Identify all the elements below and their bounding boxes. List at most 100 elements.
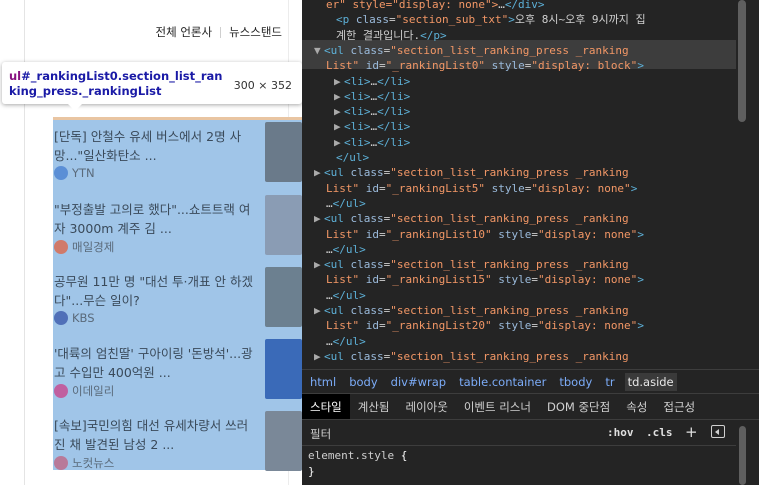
dom-node-line[interactable]: ▶ <li>…</li> [334,89,410,104]
code-token: = [379,59,386,73]
dom-node-line[interactable]: ▶ <ul class="section_list_ranking_press _… [314,257,629,272]
news-thumbnail[interactable] [265,411,302,471]
expand-triangle-open-icon[interactable]: ▼ [314,43,324,58]
expand-triangle-closed-icon[interactable]: ▶ [314,303,324,318]
code-token: List" [326,319,360,333]
hover-state-button[interactable]: :hov [607,426,634,439]
news-thumbnail[interactable] [265,267,302,327]
dom-node-line[interactable]: …</ul> [326,288,366,303]
styles-filter-input[interactable] [310,426,510,441]
breadcrumb-item[interactable]: table.container [459,375,546,389]
code-token: "display: none" [537,227,638,241]
expand-triangle-closed-icon[interactable]: ▶ [314,211,324,226]
dom-node-line[interactable]: List" id="_rankingList15" style="display… [326,272,644,287]
expand-triangle-closed-icon[interactable]: ▶ [334,89,344,104]
code-token: <li> [344,89,371,103]
news-press: KBS [54,311,95,325]
dom-node-line[interactable]: 계한 결과입니다.</p> [336,28,447,43]
news-item[interactable]: [단독] 안철수 유세 버스에서 2명 사망..."일산화탄소 ... YTN [53,120,302,192]
dom-node-line[interactable]: List" id="_rankingList20" style="display… [326,318,644,333]
style-rule-selector[interactable]: element.style { [308,449,407,462]
dom-node-line[interactable]: ▶ <li>…</li> [334,135,410,150]
news-item[interactable]: '대륙의 엄친딸' 구아이링 '돈방석'...광고 수입만 400억원 ... 이… [53,337,302,409]
styles-scrollbar[interactable] [739,426,746,485]
dom-node-line[interactable]: ▶ <li>…</li> [334,104,410,119]
news-headline[interactable]: "부정출발 고의로 했다"...쇼트트랙 여자 3000m 계주 김 ... [54,200,258,238]
dom-node-line-selected[interactable]: ▼ <ul class="section_list_ranking_press _… [314,43,629,58]
press-logo-icon [54,240,68,254]
dom-node-line[interactable]: ▶ <ul class="section_list_ranking_press _… [314,165,629,180]
news-item[interactable]: "부정출발 고의로 했다"...쇼트트랙 여자 3000m 계주 김 ... 매일… [53,193,302,265]
tooltip-selector-text: #_rankingList0.section_list_ranking_pres… [9,69,223,98]
news-headline[interactable]: [속보]국민의힘 대선 유세차량서 쓰러진 채 발견된 남성 2 ... [54,416,258,454]
expand-triangle-closed-icon[interactable]: ▶ [334,74,344,89]
news-item[interactable]: [속보]국민의힘 대선 유세차량서 쓰러진 채 발견된 남성 2 ... 노컷뉴스 [53,409,302,481]
news-thumbnail[interactable] [265,339,302,399]
dom-node-line[interactable]: er" style="display: none">…</div> [326,0,545,12]
elements-scrollbar[interactable] [738,0,746,122]
code-token: er" style="display: none"> [326,0,499,11]
news-headline[interactable]: 공무원 11만 명 "대선 투·개표 안 하겠다"...무슨 일이? [54,272,258,310]
tab-1[interactable]: 계산됨 [350,394,398,419]
breadcrumb-item[interactable]: div#wrap [391,375,446,389]
code-token: … [498,0,505,11]
news-item[interactable]: 공무원 11만 명 "대선 투·개표 안 하겠다"...무슨 일이? KBS [53,265,302,337]
dom-node-line[interactable]: ▶ <ul class="section_list_ranking_press _… [314,211,629,226]
dom-node-line[interactable]: List" id="_rankingList5" style="display:… [326,181,637,196]
dom-node-line[interactable]: …</ul> [326,196,366,211]
tooltip-dimensions: 300 × 352 [233,79,292,92]
tab-all-press[interactable]: 전체 언론사 [156,24,213,40]
code-token: </ul> [332,334,366,348]
expand-triangle-closed-icon[interactable]: ▶ [334,119,344,134]
breadcrumb-item[interactable]: td.aside [624,372,677,391]
news-headline[interactable]: [단독] 안철수 유세 버스에서 2명 사망..."일산화탄소 ... [54,127,258,165]
expand-triangle-closed-icon[interactable]: ▶ [334,104,344,119]
tab-3[interactable]: 이벤트 리스너 [456,394,539,419]
news-thumbnail[interactable] [265,122,302,182]
class-toggle-button[interactable]: .cls [646,426,673,439]
code-token: "display: none" [537,319,638,333]
breadcrumb-item[interactable]: tbody [559,375,592,389]
dom-node-line[interactable]: …</ul> [326,242,366,257]
code-token: = [379,227,386,241]
expand-triangle-closed-icon[interactable]: ▶ [314,349,324,364]
expand-triangle-closed-icon[interactable]: ▶ [314,165,324,180]
dom-node-line[interactable]: </ul> [336,150,369,165]
news-headline[interactable]: '대륙의 엄친딸' 구아이링 '돈방석'...광고 수입만 400억원 ... [54,344,258,382]
dom-breadcrumb: html body div#wrap table.container tbody tr td… [302,369,759,393]
dom-node-line[interactable]: ▶ <li>…</li> [334,119,410,134]
dom-node-line[interactable]: List" id="_rankingList10" style="display… [326,227,644,242]
tab-4[interactable]: DOM 중단점 [539,394,618,419]
tab-5[interactable]: 속성 [618,394,655,419]
tab-0[interactable]: 스타일 [302,394,350,419]
news-thumbnail[interactable] [265,195,302,255]
dom-node-line-selected[interactable]: List" id="_rankingList0" style="display:… [326,58,644,73]
code-token: style [498,319,532,333]
code-token: <p [336,13,356,27]
breadcrumb-item[interactable]: tr [605,375,614,389]
expand-triangle-closed-icon[interactable]: ▶ [314,257,324,272]
dom-node-line[interactable]: ▶ <ul class="section_list_ranking_press _… [314,349,629,364]
tab-newsstand[interactable]: 뉴스스탠드 [229,24,282,40]
code-token: </div> [504,0,545,11]
elements-tree[interactable]: er" style="display: none">…</div> <p clas… [302,0,759,369]
code-token: "_rankingList10" [385,227,492,241]
breadcrumb-item[interactable]: body [349,375,377,389]
dom-node-line[interactable]: ▶ <li>…</li> [334,74,410,89]
new-rule-button[interactable]: + [685,423,698,441]
code-token: </ul> [332,242,366,256]
code-token: "section_list_ranking_press _ranking [390,212,629,226]
tab-6[interactable]: 접근성 [655,394,703,419]
dom-node-line[interactable]: ▶ <ul class="section_list_ranking_press _… [314,303,629,318]
press-name: YTN [72,166,95,180]
expand-triangle-closed-icon[interactable]: ▶ [334,135,344,150]
code-token: </ul> [336,151,370,164]
tab-2[interactable]: 레이아웃 [398,394,456,419]
code-token: = [379,181,386,195]
dom-node-line[interactable]: …</ul> [326,334,366,349]
toggle-sidebar-icon[interactable] [711,425,725,438]
breadcrumb-item[interactable]: html [310,375,336,389]
code-token: <ul [324,304,351,317]
dom-node-line[interactable]: <p class="section_sub_txt">오후 8시~오후 9시까지… [336,12,646,27]
